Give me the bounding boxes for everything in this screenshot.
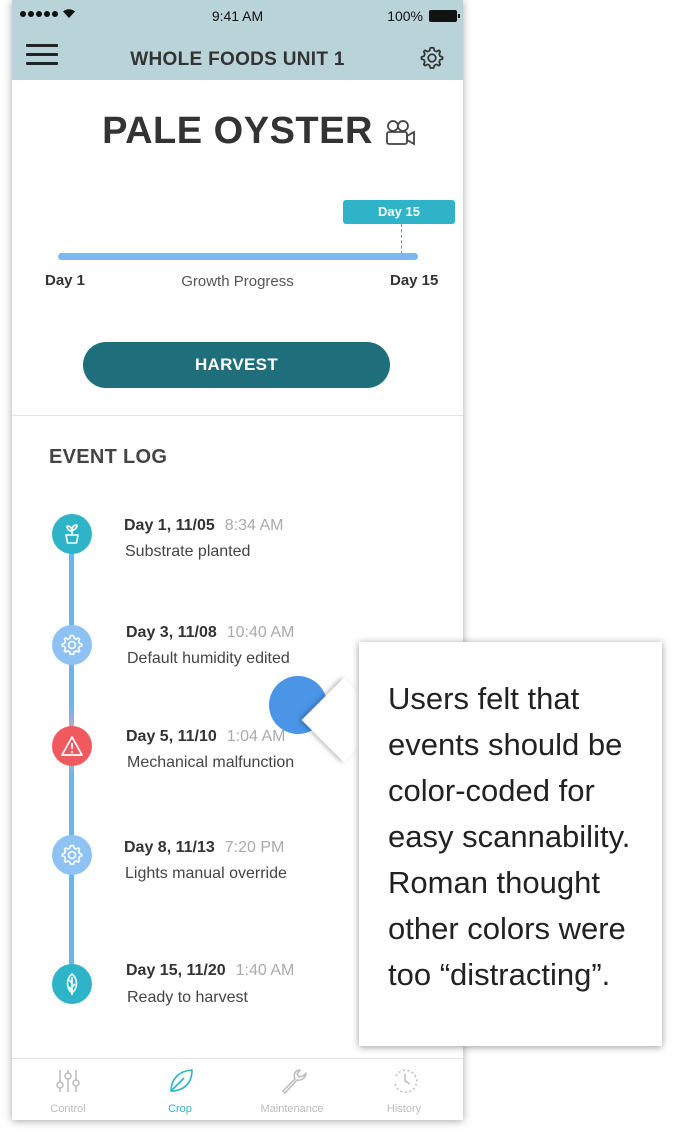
- event-date: Day 5, 11/10 1:04 AM: [126, 728, 285, 746]
- settings-gear-icon[interactable]: [419, 45, 445, 71]
- wrench-icon: [282, 1069, 307, 1094]
- event-date-text: Day 1, 11/05: [124, 517, 215, 534]
- tab-maintenance[interactable]: Maintenance: [236, 1059, 348, 1120]
- event-description: Ready to harvest: [127, 989, 248, 1006]
- leaf-icon: [170, 1069, 193, 1092]
- event-date-text: Day 15, 11/20: [126, 962, 226, 979]
- battery-percent: 100%: [387, 8, 423, 24]
- harvest-button[interactable]: HARVEST: [83, 342, 390, 388]
- event-icon-badge: [52, 514, 92, 554]
- tab-label: Maintenance: [260, 1103, 324, 1115]
- tab-history[interactable]: History: [348, 1059, 460, 1120]
- growth-progress-bar: [58, 253, 418, 260]
- gear-icon: [61, 844, 83, 865]
- battery-indicator: 100%: [387, 8, 460, 24]
- event-time: 10:40 AM: [226, 624, 295, 641]
- event-date: Day 1, 11/05 8:34 AM: [124, 517, 283, 535]
- event-description: Default humidity edited: [127, 650, 290, 667]
- event-icon-badge: [52, 964, 92, 1004]
- tab-bar: Control Crop Maintenance History: [12, 1058, 463, 1120]
- event-description: Substrate planted: [125, 543, 251, 560]
- event-icon-badge: [52, 625, 92, 665]
- event-date: Day 3, 11/08 10:40 AM: [126, 624, 294, 642]
- warning-icon: [61, 736, 83, 756]
- event-date: Day 8, 11/13 7:20 PM: [124, 839, 284, 857]
- unit-title: WHOLE FOODS UNIT 1: [130, 49, 345, 70]
- status-bar: 9:41 AM 100%: [12, 0, 463, 32]
- event-time: 8:34 AM: [224, 517, 284, 534]
- current-day-marker: [401, 224, 402, 254]
- leaf-icon: [66, 973, 78, 995]
- section-divider: [12, 415, 463, 416]
- tab-label: History: [386, 1103, 422, 1115]
- event-date-text: Day 5, 11/10: [126, 728, 217, 745]
- event-date-text: Day 8, 11/13: [124, 839, 215, 856]
- video-camera-icon[interactable]: [384, 118, 416, 148]
- battery-icon: [429, 10, 460, 22]
- tab-label: Crop: [168, 1103, 192, 1115]
- event-description: Mechanical malfunction: [127, 754, 295, 771]
- annotation-callout: Users felt that events should be color-c…: [359, 642, 662, 1046]
- sliders-icon: [56, 1070, 80, 1092]
- event-time: 7:20 PM: [224, 839, 285, 856]
- clock-icon: [394, 1069, 418, 1093]
- app-header: WHOLE FOODS UNIT 1: [12, 32, 463, 80]
- tab-control[interactable]: Control: [12, 1059, 124, 1120]
- event-icon-badge: [52, 726, 92, 766]
- event-log-title: EVENT LOG: [49, 446, 168, 468]
- annotation-text: Users felt that events should be color-c…: [388, 681, 631, 992]
- event-date: Day 15, 11/20 1:40 AM: [126, 962, 294, 980]
- event-date-text: Day 3, 11/08: [126, 624, 217, 641]
- progress-end-label: Day 15: [390, 272, 439, 289]
- current-day-flag: Day 15: [343, 200, 455, 224]
- event-icon-badge: [52, 835, 92, 875]
- gear-icon: [61, 634, 83, 655]
- plant-pot-icon: [65, 524, 79, 544]
- event-time: 1:04 AM: [226, 728, 286, 745]
- event-time: 1:40 AM: [235, 962, 295, 979]
- tab-crop[interactable]: Crop: [124, 1059, 236, 1120]
- tab-label: Control: [50, 1103, 86, 1115]
- event-description: Lights manual override: [125, 865, 287, 882]
- growth-progress-fill: [58, 253, 418, 260]
